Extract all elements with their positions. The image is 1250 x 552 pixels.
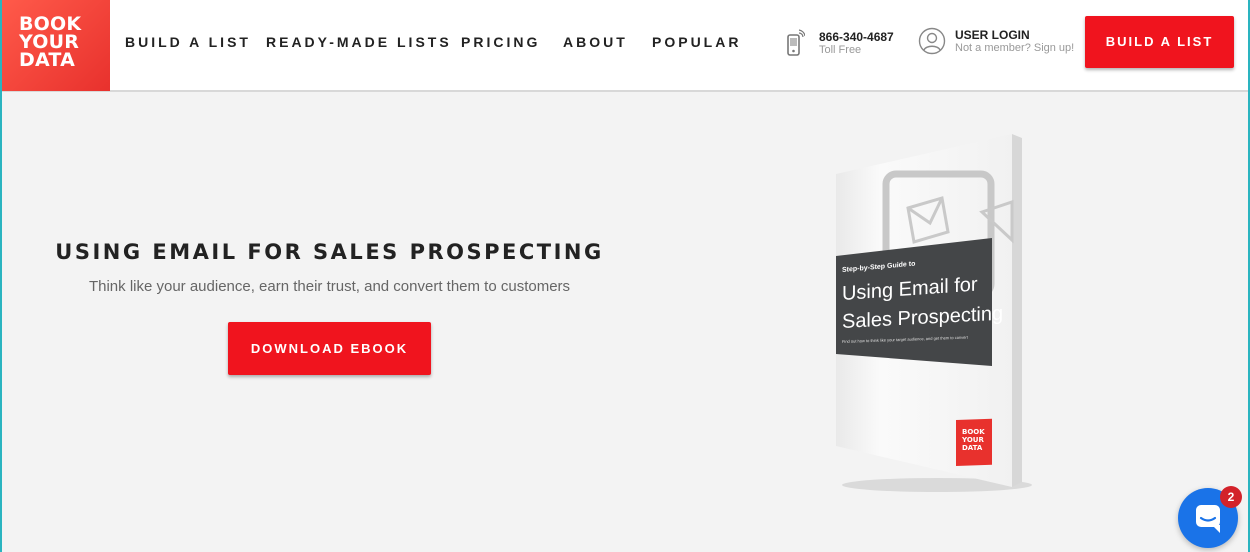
build-a-list-button[interactable]: BUILD A LIST [1085,16,1234,68]
signup-prompt[interactable]: Not a member? Sign up! [955,42,1074,54]
ebook-cover-image: Step-by-Step Guide to Using Email for Sa… [836,134,1032,492]
nav-item-about[interactable]: ABOUT [563,34,628,50]
nav-item-popular[interactable]: POPULAR [652,34,741,50]
user-circle-icon [918,27,946,55]
logo-text-line: DATA [19,49,75,71]
nav-item-pricing[interactable]: PRICING [461,34,540,50]
ebook-logo-line: YOUR [961,436,984,444]
login-title: USER LOGIN [955,28,1030,42]
phone-note: Toll Free [819,44,862,56]
nav-item-ready-made-lists[interactable]: READY-MADE LISTS [266,34,452,50]
hero-title: USING EMAIL FOR SALES PROSPECTING [55,240,604,264]
ebook-logo-line: BOOK [962,428,985,436]
download-ebook-button[interactable]: DOWNLOAD EBOOK [228,322,431,375]
chat-notification-badge: 2 [1220,486,1242,508]
phone-number: 866-340-4687 [819,30,894,44]
site-header: BOOK YOUR DATA BUILD A LIST READY-MADE L… [2,0,1248,92]
hero-subtitle: Think like your audience, earn their tru… [88,278,571,295]
ebook-logo-line: DATA [962,444,983,452]
user-login-link[interactable]: USER LOGIN Not a member? Sign up! [918,27,1078,59]
contact-phone[interactable]: 866-340-4687 Toll Free [785,29,910,59]
mobile-phone-icon [787,29,805,56]
nav-item-build-a-list[interactable]: BUILD A LIST [125,34,251,50]
logo[interactable]: BOOK YOUR DATA [2,0,110,91]
